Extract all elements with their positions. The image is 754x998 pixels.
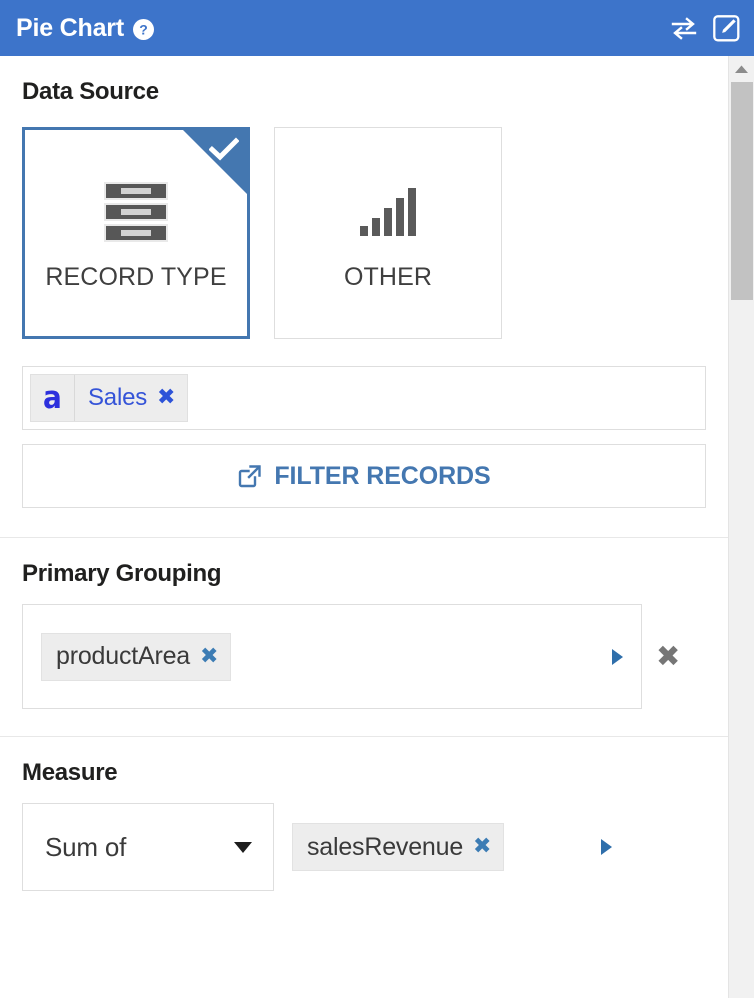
primary-grouping-remove-icon[interactable]: ✖	[656, 642, 680, 671]
data-source-section: Data Source RECORD TYPE OTHER a Sales ✖ …	[0, 56, 728, 508]
primary-grouping-chip-label: productArea	[56, 642, 190, 670]
check-icon	[209, 137, 239, 161]
data-source-heading: Data Source	[22, 78, 159, 105]
vertical-scrollbar[interactable]	[728, 56, 754, 998]
measure-aggregation-select[interactable]: Sum of	[22, 803, 274, 891]
measure-chip-label: salesRevenue	[307, 832, 464, 861]
scrollbar-thumb[interactable]	[731, 82, 753, 300]
measure-chip-remove-icon[interactable]: ✖	[473, 836, 500, 858]
data-source-card-label: OTHER	[344, 262, 432, 291]
data-source-card-label: RECORD TYPE	[45, 262, 227, 291]
external-link-icon	[237, 463, 263, 489]
chevron-right-icon[interactable]	[600, 839, 612, 855]
measure-row: Sum of salesRevenue ✖	[22, 803, 706, 891]
edit-square-icon[interactable]	[712, 14, 740, 42]
appian-logo-letter: a	[43, 379, 62, 416]
measure-heading: Measure	[22, 759, 118, 786]
record-type-field[interactable]: a Sales ✖	[22, 366, 706, 430]
primary-grouping-heading: Primary Grouping	[22, 560, 222, 587]
primary-grouping-chip: productArea ✖	[41, 632, 232, 681]
primary-grouping-row: productArea ✖ ✖	[22, 604, 706, 709]
measure-aggregation-value: Sum of	[45, 831, 127, 862]
filter-records-button[interactable]: FILTER RECORDS	[22, 444, 706, 508]
primary-grouping-chip-remove-icon[interactable]: ✖	[200, 645, 227, 668]
page-title: Pie Chart	[16, 13, 124, 42]
pie-chart-config-panel: Pie Chart ? Data Source RECORD TYPE OTHE…	[0, 0, 754, 998]
record-type-name: Sales	[88, 384, 148, 411]
measure-expand-cell	[582, 839, 630, 855]
scroll-up-arrow-icon[interactable]	[729, 56, 754, 82]
chevron-down-icon	[234, 841, 252, 853]
help-circle-icon[interactable]: ?	[132, 18, 154, 40]
record-type-chip: a Sales ✖	[30, 374, 189, 422]
header-title-group: Pie Chart ?	[16, 13, 670, 42]
svg-text:?: ?	[139, 21, 148, 37]
appian-logo-icon: a	[31, 375, 75, 421]
header-actions	[670, 14, 740, 42]
primary-grouping-section: Primary Grouping productArea ✖ ✖	[0, 538, 728, 709]
data-source-card-record-type[interactable]: RECORD TYPE	[22, 127, 250, 339]
filter-records-label: FILTER RECORDS	[274, 461, 491, 490]
panel-header: Pie Chart ?	[0, 0, 754, 56]
panel-content: Data Source RECORD TYPE OTHER a Sales ✖ …	[0, 56, 728, 998]
data-source-card-other[interactable]: OTHER	[274, 127, 502, 339]
server-stack-icon	[103, 175, 169, 249]
measure-section: Measure Sum of salesRevenue ✖	[0, 737, 728, 891]
primary-grouping-field[interactable]: productArea ✖	[22, 604, 642, 709]
measure-chip: salesRevenue ✖	[292, 823, 505, 871]
data-source-cards: RECORD TYPE OTHER	[22, 127, 706, 339]
bar-chart-icon	[358, 175, 418, 249]
primary-grouping-expand-cell	[593, 648, 641, 665]
record-type-remove-icon[interactable]: ✖	[157, 387, 187, 409]
swap-arrows-icon[interactable]	[670, 14, 698, 42]
chevron-right-icon[interactable]	[611, 648, 623, 665]
